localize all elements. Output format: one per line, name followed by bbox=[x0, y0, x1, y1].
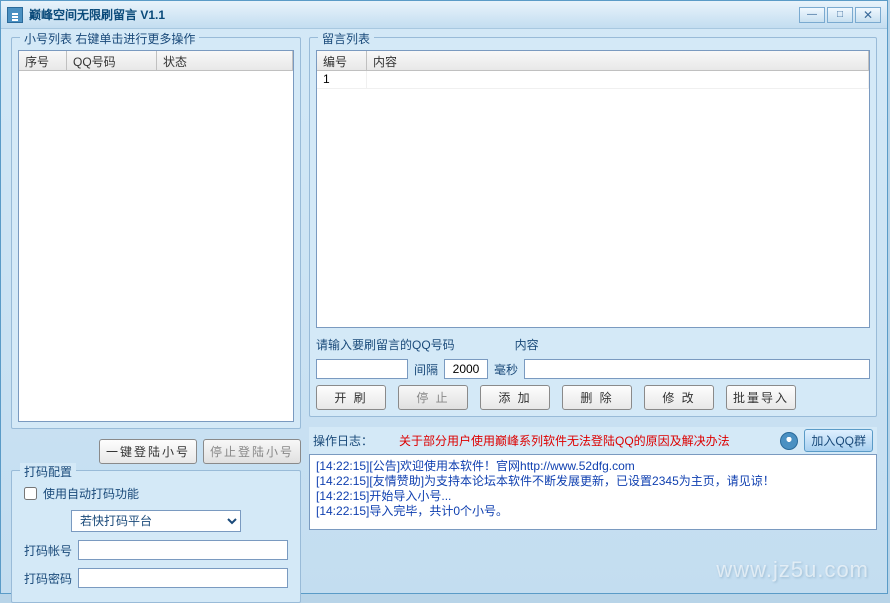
dama-password-input[interactable] bbox=[78, 568, 288, 588]
auto-dama-label: 使用自动打码功能 bbox=[43, 485, 139, 502]
ms-label: 毫秒 bbox=[494, 361, 518, 378]
dama-account-input[interactable] bbox=[78, 540, 288, 560]
col-msg-index[interactable]: 编号 bbox=[317, 51, 367, 70]
dama-group-title: 打码配置 bbox=[20, 463, 76, 480]
col-msg-content[interactable]: 内容 bbox=[367, 51, 869, 70]
dama-platform-row: 若快打码平台 bbox=[24, 510, 288, 532]
log-line: [14:22:15]开始导入小号... bbox=[316, 489, 870, 504]
message-table-body: 1 bbox=[317, 71, 869, 327]
table-row[interactable]: 1 bbox=[317, 71, 869, 89]
start-button[interactable]: 开 刷 bbox=[316, 385, 386, 410]
content-input[interactable] bbox=[524, 359, 870, 379]
log-line: [14:22:15][友情赞助]为支持本论坛本软件不断发展更新，已设置2345为… bbox=[316, 474, 870, 489]
title-bar: 巅峰空间无限刷留言 V1.1 — □ ✕ bbox=[1, 1, 887, 29]
app-title: 巅峰空间无限刷留言 V1.1 bbox=[29, 6, 799, 23]
dama-account-label: 打码帐号 bbox=[24, 542, 72, 559]
dama-config-group: 打码配置 使用自动打码功能 若快打码平台 打码帐号 打码密码 bbox=[11, 470, 301, 603]
batch-import-button[interactable]: 批量导入 bbox=[726, 385, 796, 410]
account-list-group: 小号列表 右键单击进行更多操作 序号 QQ号码 状态 bbox=[11, 37, 301, 429]
right-column: 留言列表 编号 内容 1 请输入要刷留言的QQ号码 内容 间隔 毫秒 bbox=[309, 37, 877, 585]
dama-password-row: 打码密码 bbox=[24, 568, 288, 588]
add-button[interactable]: 添 加 bbox=[480, 385, 550, 410]
auto-dama-row: 使用自动打码功能 bbox=[24, 485, 288, 502]
col-status[interactable]: 状态 bbox=[157, 51, 293, 70]
login-button-row: 一键登陆小号 停止登陆小号 bbox=[11, 439, 301, 464]
modify-button[interactable]: 修 改 bbox=[644, 385, 714, 410]
left-column: 小号列表 右键单击进行更多操作 序号 QQ号码 状态 一键登陆小号 停止登陆小号… bbox=[11, 37, 301, 585]
auto-dama-checkbox[interactable] bbox=[24, 487, 37, 500]
join-qq-group-button[interactable]: 加入QQ群 bbox=[804, 429, 873, 452]
qq-input-row: 请输入要刷留言的QQ号码 内容 bbox=[316, 336, 870, 353]
target-qq-label: 请输入要刷留言的QQ号码 bbox=[316, 336, 455, 353]
cell-index: 1 bbox=[317, 71, 367, 88]
account-table-body bbox=[19, 71, 293, 421]
target-qq-input[interactable] bbox=[316, 359, 408, 379]
window-controls: — □ ✕ bbox=[799, 7, 881, 23]
account-table-header: 序号 QQ号码 状态 bbox=[19, 51, 293, 71]
message-table-header: 编号 内容 bbox=[317, 51, 869, 71]
delete-button[interactable]: 删 除 bbox=[562, 385, 632, 410]
col-index[interactable]: 序号 bbox=[19, 51, 67, 70]
interval-label: 间隔 bbox=[414, 361, 438, 378]
maximize-button[interactable]: □ bbox=[827, 7, 853, 23]
interval-input[interactable] bbox=[444, 359, 488, 379]
log-line: [14:22:15][公告]欢迎使用本软件！官网http://www.52dfg… bbox=[316, 459, 870, 474]
dama-account-row: 打码帐号 bbox=[24, 540, 288, 560]
message-list-group: 留言列表 编号 内容 1 请输入要刷留言的QQ号码 内容 间隔 毫秒 bbox=[309, 37, 877, 417]
value-input-row: 间隔 毫秒 bbox=[316, 359, 870, 379]
minimize-button[interactable]: — bbox=[799, 7, 825, 23]
close-button[interactable]: ✕ bbox=[855, 7, 881, 23]
stop-button[interactable]: 停 止 bbox=[398, 385, 468, 410]
app-window: 巅峰空间无限刷留言 V1.1 — □ ✕ 小号列表 右键单击进行更多操作 序号 … bbox=[0, 0, 888, 594]
dama-platform-select[interactable]: 若快打码平台 bbox=[71, 510, 241, 532]
content-area: 小号列表 右键单击进行更多操作 序号 QQ号码 状态 一键登陆小号 停止登陆小号… bbox=[1, 29, 887, 593]
log-label: 操作日志： bbox=[313, 432, 373, 449]
log-line: [14:22:15]导入完毕，共计0个小号。 bbox=[316, 504, 870, 519]
qq-group-icon bbox=[780, 432, 798, 450]
log-notice-link[interactable]: 关于部分用户使用巅峰系列软件无法登陆QQ的原因及解决办法 bbox=[379, 432, 774, 449]
message-table[interactable]: 编号 内容 1 bbox=[316, 50, 870, 328]
content-label: 内容 bbox=[515, 336, 539, 353]
cell-content bbox=[367, 71, 869, 88]
message-group-title: 留言列表 bbox=[318, 30, 374, 47]
stop-login-button[interactable]: 停止登陆小号 bbox=[203, 439, 301, 464]
account-table[interactable]: 序号 QQ号码 状态 bbox=[18, 50, 294, 422]
action-button-row: 开 刷 停 止 添 加 删 除 修 改 批量导入 bbox=[316, 385, 870, 410]
one-key-login-button[interactable]: 一键登陆小号 bbox=[99, 439, 197, 464]
dama-password-label: 打码密码 bbox=[24, 570, 72, 587]
app-icon bbox=[7, 7, 23, 23]
account-group-title: 小号列表 右键单击进行更多操作 bbox=[20, 30, 199, 47]
col-qq[interactable]: QQ号码 bbox=[67, 51, 157, 70]
log-box[interactable]: [14:22:15][公告]欢迎使用本软件！官网http://www.52dfg… bbox=[309, 454, 877, 530]
log-header: 操作日志： 关于部分用户使用巅峰系列软件无法登陆QQ的原因及解决办法 加入QQ群 bbox=[309, 427, 877, 454]
